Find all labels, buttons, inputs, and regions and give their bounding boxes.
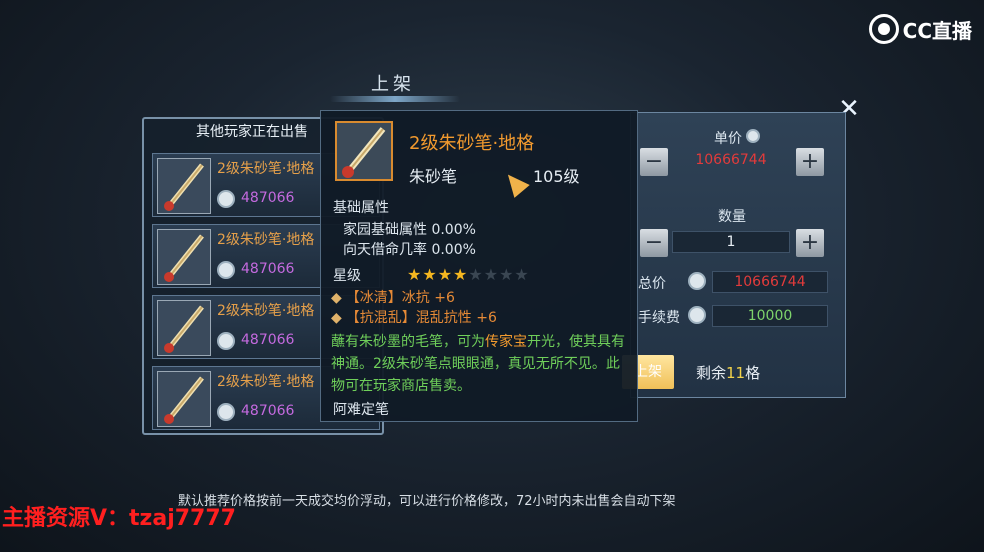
game-scene: CC直播 上架 ✕ 其他玩家正在出售 2级朱砂笔·地格 487066 2级朱砂笔… [0, 0, 984, 552]
coin-icon [217, 403, 235, 421]
listing-item-name: 2级朱砂笔·地格 [217, 161, 315, 177]
attribute-tag: 【抗混乱】 [345, 310, 416, 326]
pricing-notice: 默认推荐价格按前一天成交均价浮动，可以进行价格修改，72小时内未出售会自动下架 [178, 494, 676, 509]
brush-icon [157, 229, 211, 285]
quantity-increase-button[interactable]: + [796, 229, 824, 257]
special-attribute: ◆ 【抗混乱】混乱抗性 +6 [331, 307, 497, 327]
title-decoration [330, 96, 460, 102]
cc-logo-icon [868, 14, 899, 44]
base-attribute: 家园基础属性 0.00% [343, 222, 476, 238]
brush-icon [157, 300, 211, 356]
listing-price: 487066 [241, 332, 295, 348]
diamond-icon: ◆ [331, 310, 342, 326]
coin-icon [688, 272, 706, 290]
cc-live-logo: CC直播 [868, 14, 972, 44]
remaining-prefix: 剩余 [696, 364, 727, 382]
unit-price-label: 单价 [714, 131, 742, 147]
coin-icon [217, 261, 235, 279]
unit-price-input[interactable]: 10666744 [672, 150, 790, 172]
star-filled-icon: ★ [453, 265, 469, 284]
tooltip-item-type: 朱砂笔 [409, 167, 458, 186]
star-empty-icon: ★ [514, 265, 530, 284]
remaining-slots: 剩余11格 [696, 362, 760, 383]
star-empty-icon: ★ [468, 265, 484, 284]
unit-price-decrease-button[interactable]: − [640, 148, 668, 176]
listing-price: 487066 [241, 190, 295, 206]
tooltip-footer: 阿难定笔 [333, 402, 389, 418]
item-description: 蘸有朱砂墨的毛笔，可为传家宝开光，使其具有神通。2级朱砂笔点眼眼通，真见无所不见… [331, 331, 627, 397]
coin-icon [688, 306, 706, 324]
logo-text: CC直播 [902, 18, 972, 43]
listing-item-name: 2级朱砂笔·地格 [217, 232, 315, 248]
listing-price: 487066 [241, 261, 295, 277]
brush-icon [157, 158, 211, 214]
description-highlight: 传家宝 [485, 334, 527, 350]
star-filled-icon: ★ [422, 265, 438, 284]
attribute-text: 冰抗 +6 [401, 290, 455, 306]
item-tooltip: 2级朱砂笔·地格 朱砂笔 105级 基础属性 家园基础属性 0.00% 向天借命… [320, 110, 638, 422]
star-empty-icon: ★ [483, 265, 500, 284]
base-attributes-title: 基础属性 [333, 200, 389, 216]
quantity-input[interactable]: 1 [672, 231, 790, 253]
star-filled-icon: ★ [437, 265, 454, 284]
base-attribute: 向天借命几率 0.00% [343, 242, 476, 258]
star-empty-icon: ★ [499, 265, 515, 284]
special-attribute: ◆ 【冰清】冰抗 +6 [331, 287, 455, 307]
fee-value: 10000 [712, 305, 828, 327]
diamond-icon: ◆ [331, 290, 342, 306]
quantity-decrease-button[interactable]: − [640, 229, 668, 257]
remaining-suffix: 格 [745, 364, 761, 382]
star-filled-icon: ★ [407, 265, 423, 284]
quantity-label: 数量 [718, 209, 746, 225]
fee-label: 手续费 [638, 310, 680, 326]
listing-item-name: 2级朱砂笔·地格 [217, 303, 315, 319]
star-rating-label: 星级 [333, 268, 361, 284]
tooltip-item-name: 2级朱砂笔·地格 [409, 133, 535, 154]
dialog-title: 上架 [371, 74, 415, 95]
coin-icon [217, 332, 235, 350]
attribute-text: 混乱抗性 +6 [415, 310, 497, 326]
price-hint [680, 174, 790, 186]
brush-icon [157, 371, 211, 427]
listing-price: 487066 [241, 403, 295, 419]
description-part: 蘸有朱砂墨的毛笔，可为 [331, 334, 485, 350]
tooltip-item-level: 105级 [533, 167, 580, 186]
brush-icon [335, 121, 393, 181]
remaining-count: 11 [726, 364, 746, 382]
total-price-value: 10666744 [712, 271, 828, 293]
listing-item-name: 2级朱砂笔·地格 [217, 374, 315, 390]
streamer-overlay-text: 主播资源V：tzaj7777 [2, 506, 236, 531]
coin-icon [746, 129, 760, 143]
attribute-tag: 【冰清】 [345, 290, 402, 306]
unit-price-increase-button[interactable]: + [796, 148, 824, 176]
star-rating: ★★★★★★★★ [407, 265, 530, 284]
total-price-label: 总价 [638, 276, 666, 292]
coin-icon [217, 190, 235, 208]
